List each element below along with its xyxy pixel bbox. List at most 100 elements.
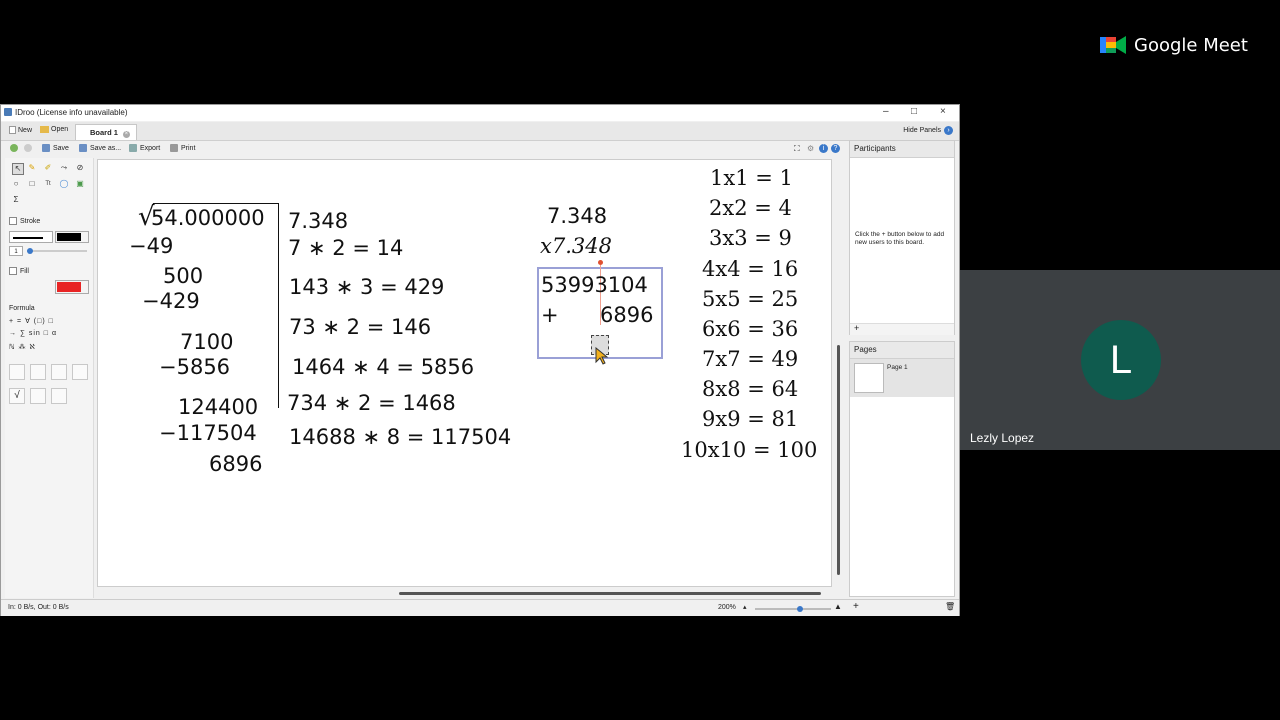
sigma-icon[interactable]: Σ — [11, 195, 21, 205]
fullscreen-button[interactable]: ⛶ — [794, 144, 800, 154]
stroke-section[interactable]: Stroke — [9, 217, 40, 225]
meet-camera-icon — [1100, 34, 1126, 56]
redo-button[interactable] — [24, 144, 32, 152]
stroke-label: Stroke — [20, 217, 41, 225]
zoom-slider[interactable] — [755, 606, 831, 612]
quotient: 7.348 — [288, 209, 349, 233]
help-button[interactable]: ? — [831, 144, 840, 153]
pointer-tool-icon[interactable]: ↖ — [12, 163, 24, 175]
export-button[interactable]: Export — [129, 144, 160, 152]
fill-section[interactable]: Fill — [9, 267, 29, 275]
add-page-icon[interactable]: + — [853, 601, 859, 612]
square-fact: 4x4 = 16 — [702, 257, 799, 281]
marker-icon[interactable]: ✐ — [43, 163, 53, 173]
stroke-color-swatch[interactable] — [55, 231, 89, 243]
work-line: 1464 ∗ 4 = 5856 — [292, 355, 475, 379]
zoom-slider-thumb[interactable] — [797, 606, 803, 612]
formula-row-2[interactable]: → ∑ sin □ α — [9, 330, 57, 337]
formula-row-3[interactable]: ℕ ⁂ ℵ — [9, 343, 36, 351]
fraction-template-icon[interactable] — [30, 388, 46, 404]
ellipse-icon[interactable]: ○ — [11, 179, 21, 189]
save-as-button[interactable]: Save as... — [79, 144, 121, 152]
work-line: 143 ∗ 3 = 429 — [289, 275, 445, 299]
io-status: In: 0 B/s, Out: 0 B/s — [8, 604, 69, 611]
zoom-in-icon[interactable]: ▲ — [834, 602, 842, 611]
vertical-scrollbar[interactable] — [837, 345, 840, 575]
meet-logo-text: Google Meet — [1134, 34, 1248, 56]
square-fact: 6x6 = 36 — [702, 317, 799, 341]
minimize-icon[interactable]: – — [883, 106, 889, 117]
mouse-pointer-icon — [595, 346, 609, 370]
maximize-icon[interactable]: □ — [911, 106, 917, 117]
formula-row-1[interactable]: + = ∀ (□) □ — [9, 317, 54, 325]
add-user-icon[interactable]: + — [854, 323, 859, 333]
formula-label: Formula — [9, 305, 35, 312]
fill-color-fill — [57, 282, 81, 292]
subscript-template-icon[interactable] — [51, 364, 67, 380]
work-line: 14688 ∗ 8 = 117504 — [289, 425, 512, 449]
fill-checkbox[interactable] — [9, 267, 17, 275]
horizontal-scrollbar[interactable] — [399, 592, 821, 595]
division-step: −49 — [129, 234, 174, 258]
slider-thumb[interactable] — [27, 248, 33, 254]
hide-panels-label: Hide Panels — [903, 127, 941, 134]
superscript-template-icon[interactable] — [30, 364, 46, 380]
pages-panel: Pages Page 1 — [849, 341, 955, 597]
close-icon[interactable]: × — [940, 106, 946, 117]
idroo-window: IDroo (License info unavailable) – □ × N… — [0, 104, 960, 616]
save-button[interactable]: Save — [42, 144, 69, 152]
arrow-right-icon: › — [944, 126, 953, 135]
info-button[interactable]: i — [819, 144, 828, 153]
hide-panels-button[interactable]: Hide Panels › — [903, 126, 953, 135]
rectangle-icon[interactable]: □ — [27, 179, 37, 189]
dividend: 54.000000 — [151, 206, 265, 230]
print-icon — [170, 144, 178, 152]
page-item[interactable]: Page 1 — [850, 359, 954, 397]
sqrt-template-icon[interactable]: √ — [9, 388, 25, 404]
square-fact: 9x9 = 81 — [702, 407, 799, 431]
tab-close-icon[interactable]: × — [122, 131, 130, 138]
eraser-icon[interactable]: ⊘ — [75, 163, 85, 173]
subsup-template-icon[interactable] — [72, 364, 88, 380]
open-button[interactable]: Open — [40, 126, 68, 133]
new-label: New — [18, 126, 33, 134]
stroke-checkbox[interactable] — [9, 217, 17, 225]
square-fact: 5x5 = 25 — [702, 287, 799, 311]
zoom-level: 200% — [718, 604, 736, 611]
toolbar: Save Save as... Export Print ⛶ ⚙ i ? — [1, 141, 846, 156]
product-multiplier: x7.348 — [540, 234, 612, 258]
stroke-width-slider[interactable] — [27, 248, 87, 254]
matrix-template-icon[interactable] — [9, 364, 25, 380]
undo-button[interactable] — [10, 144, 18, 152]
new-button[interactable]: New — [9, 126, 32, 134]
stroke-style-select[interactable] — [9, 231, 53, 243]
title-bar: IDroo (License info unavailable) – □ × — [1, 105, 959, 121]
stack-template-icon[interactable] — [51, 388, 67, 404]
window-title: IDroo (License info unavailable) — [15, 108, 128, 117]
participants-panel: Participants Click the + button below to… — [849, 140, 955, 335]
fill-color-swatch[interactable] — [55, 280, 89, 294]
pencil-icon[interactable]: ✎ — [27, 163, 37, 173]
trash-icon[interactable]: 🗑 — [945, 602, 955, 611]
participants-title: Participants — [850, 141, 954, 158]
division-step: 6896 — [209, 452, 263, 476]
print-button[interactable]: Print — [170, 144, 195, 152]
comment-icon[interactable]: ◯ — [59, 179, 69, 189]
zoom-out-icon[interactable]: ▴ — [743, 603, 747, 611]
product-row-2: 6896 — [600, 303, 654, 327]
line-tool-icon[interactable]: ⤳ — [59, 163, 69, 173]
text-tool-icon[interactable]: Tt — [43, 179, 53, 189]
division-divider — [278, 203, 279, 408]
tab-board-1[interactable]: Board 1 × — [75, 124, 137, 140]
product-plus: + — [541, 303, 559, 327]
square-fact: 8x8 = 64 — [702, 377, 799, 401]
division-step: 124400 — [178, 395, 259, 419]
image-icon[interactable]: ▣ — [75, 179, 85, 189]
app-icon — [4, 108, 12, 116]
participants-footer: + — [850, 323, 954, 335]
settings-button[interactable]: ⚙ — [807, 144, 814, 153]
whiteboard-canvas[interactable]: √ 54.000000 −49 500 −429 7100 −5856 1244… — [97, 159, 832, 587]
stroke-width-field[interactable]: 1 — [9, 246, 23, 256]
save-label: Save — [53, 144, 69, 152]
undo-icon — [10, 144, 18, 152]
